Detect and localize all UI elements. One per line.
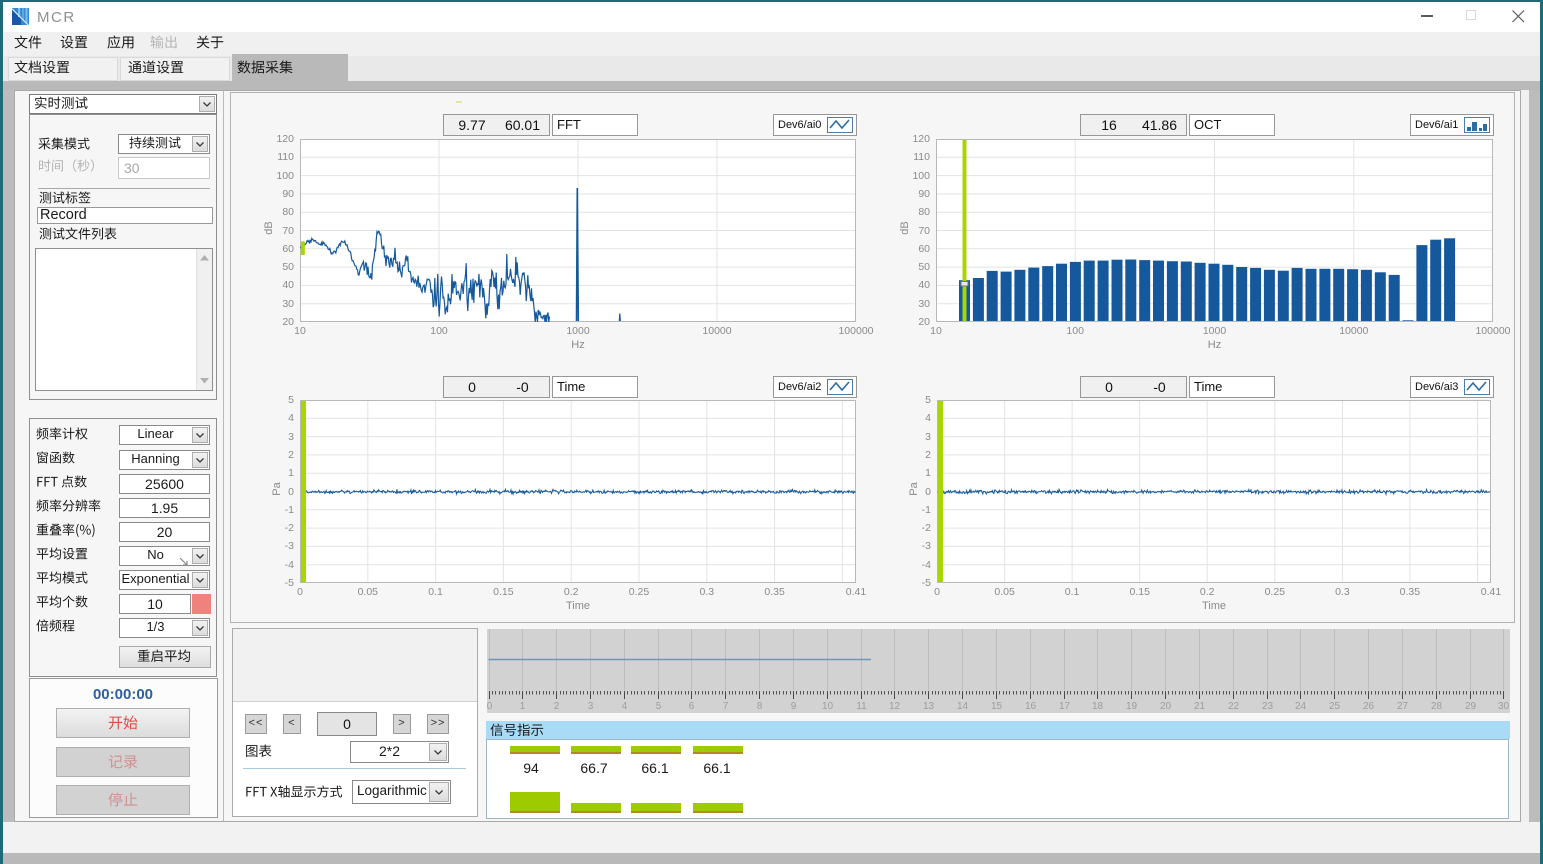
svg-text:22: 22 xyxy=(1228,701,1240,712)
svg-text:19: 19 xyxy=(1126,701,1138,712)
svg-text:1: 1 xyxy=(520,701,526,712)
svg-text:18: 18 xyxy=(1092,701,1104,712)
svg-text:8: 8 xyxy=(757,701,763,712)
svg-text:20: 20 xyxy=(1160,701,1172,712)
svg-text:10: 10 xyxy=(822,701,834,712)
svg-text:29: 29 xyxy=(1465,701,1477,712)
svg-text:25: 25 xyxy=(1329,701,1341,712)
svg-text:26: 26 xyxy=(1363,701,1375,712)
svg-text:17: 17 xyxy=(1059,701,1071,712)
svg-text:21: 21 xyxy=(1194,701,1206,712)
svg-text:24: 24 xyxy=(1295,701,1307,712)
svg-text:23: 23 xyxy=(1262,701,1274,712)
svg-text:2: 2 xyxy=(554,701,560,712)
svg-text:16: 16 xyxy=(1025,701,1037,712)
svg-text:5: 5 xyxy=(656,701,662,712)
svg-text:14: 14 xyxy=(957,701,969,712)
svg-text:9: 9 xyxy=(791,701,797,712)
svg-text:27: 27 xyxy=(1397,701,1409,712)
svg-text:15: 15 xyxy=(991,701,1003,712)
svg-text:11: 11 xyxy=(856,701,867,712)
svg-text:13: 13 xyxy=(923,701,935,712)
svg-text:0: 0 xyxy=(487,701,493,712)
svg-text:4: 4 xyxy=(622,701,628,712)
svg-text:30: 30 xyxy=(1498,701,1510,712)
svg-text:7: 7 xyxy=(723,701,729,712)
svg-text:6: 6 xyxy=(689,701,695,712)
svg-text:28: 28 xyxy=(1431,701,1443,712)
svg-text:3: 3 xyxy=(588,701,594,712)
svg-text:12: 12 xyxy=(889,701,901,712)
